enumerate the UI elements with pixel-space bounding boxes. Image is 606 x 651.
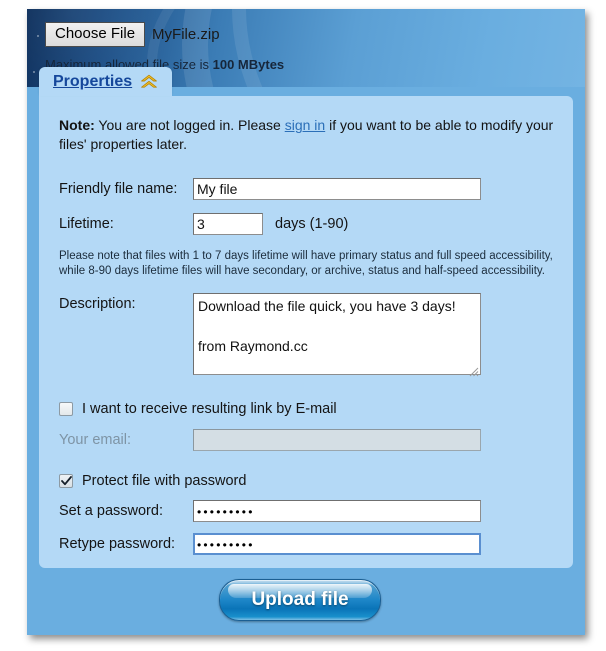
retype-password-input[interactable]: ••••••••• — [193, 533, 481, 555]
login-note: Note: You are not logged in. Please sign… — [59, 116, 555, 154]
friendly-name-label: Friendly file name: — [59, 181, 178, 197]
description-textarea[interactable]: Download the file quick, you have 3 days… — [193, 293, 481, 375]
friendly-name-input[interactable] — [193, 178, 481, 200]
email-optin-checkbox[interactable] — [59, 402, 73, 416]
upload-window: Choose File MyFile.zip Maximum allowed f… — [27, 9, 585, 635]
set-password-row: Set a password: ••••••••• — [59, 500, 481, 522]
password-protect-label[interactable]: Protect file with password — [82, 473, 246, 489]
banner-arc-decoration — [182, 9, 585, 87]
lifetime-range-hint: days (1-90) — [275, 216, 349, 232]
checkmark-icon — [60, 476, 72, 486]
lifetime-explanation-note: Please note that files with 1 to 7 days … — [59, 250, 553, 277]
note-bold-prefix: Note: — [59, 117, 95, 133]
note-text-before-link: You are not logged in. Please — [94, 117, 285, 133]
file-chooser-row: Choose File MyFile.zip — [45, 22, 220, 47]
sign-in-link[interactable]: sign in — [285, 117, 325, 133]
tab-properties-label[interactable]: Properties — [53, 73, 132, 91]
set-password-label: Set a password: — [59, 503, 163, 519]
max-file-size-value: 100 MBytes — [212, 57, 285, 72]
choose-file-button[interactable]: Choose File — [45, 22, 146, 47]
lifetime-label: Lifetime: — [59, 216, 114, 232]
email-label: Your email: — [59, 432, 132, 448]
double-chevron-up-icon[interactable] — [140, 74, 158, 90]
friendly-name-row: Friendly file name: — [59, 178, 481, 200]
retype-password-label: Retype password: — [59, 536, 176, 552]
retype-password-row: Retype password: ••••••••• — [59, 533, 481, 555]
selected-file-name: MyFile.zip — [152, 26, 220, 43]
email-row: Your email: — [59, 429, 481, 451]
lifetime-input[interactable] — [193, 213, 263, 235]
upload-file-button-label: Upload file — [251, 589, 349, 610]
properties-panel: Note: You are not logged in. Please sign… — [39, 96, 573, 568]
password-protect-checkbox[interactable] — [59, 474, 73, 488]
star-speck-icon — [37, 35, 39, 37]
email-input — [193, 429, 481, 451]
lifetime-row: Lifetime: days (1-90) — [59, 213, 348, 235]
star-speck-icon — [33, 71, 35, 73]
set-password-input[interactable]: ••••••••• — [193, 500, 481, 522]
banner-arc-decoration — [232, 9, 585, 87]
description-label: Description: — [59, 296, 136, 312]
email-optin-row[interactable]: I want to receive resulting link by E-ma… — [59, 401, 337, 417]
password-protect-row[interactable]: Protect file with password — [59, 473, 246, 489]
description-row: Description: Download the file quick, yo… — [59, 293, 481, 379]
email-optin-label[interactable]: I want to receive resulting link by E-ma… — [82, 401, 337, 417]
upload-file-button[interactable]: Upload file — [219, 579, 381, 621]
tab-properties[interactable]: Properties — [39, 67, 173, 96]
banner-arc-decoration — [147, 9, 585, 87]
